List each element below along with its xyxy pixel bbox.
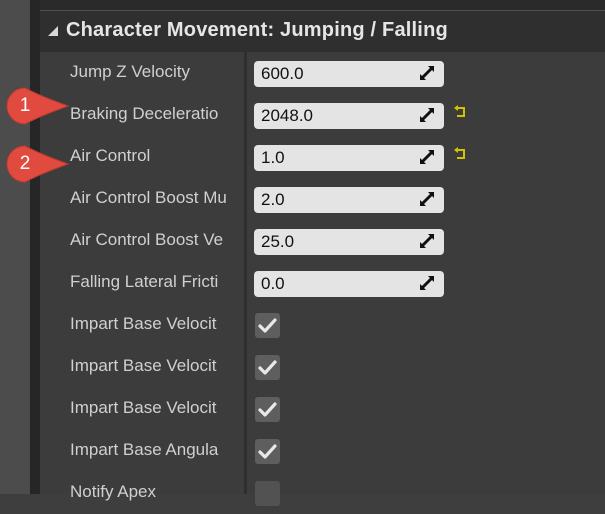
property-row: Falling Lateral Fricti 0.0 — [40, 262, 605, 304]
number-input[interactable]: 0.0 — [254, 271, 444, 297]
section-header[interactable]: Character Movement: Jumping / Falling — [40, 10, 605, 52]
property-row: Impart Base Velocit — [40, 388, 605, 430]
drag-handle-icon[interactable] — [420, 150, 434, 164]
reset-to-default-icon[interactable] — [454, 104, 468, 122]
annotation-badge: 1 — [6, 86, 70, 126]
property-label: Impart Base Velocit — [70, 314, 217, 333]
number-input[interactable]: 2.0 — [254, 187, 444, 213]
property-label: Air Control Boost Ve — [70, 230, 224, 249]
checkmark-icon — [258, 402, 277, 417]
property-label: Impart Base Velocit — [70, 398, 217, 417]
badge-number: 1 — [19, 95, 31, 116]
left-panel-strip — [0, 0, 30, 494]
drag-handle-icon[interactable] — [420, 192, 434, 206]
checkmark-icon — [258, 318, 277, 333]
annotation-badge: 2 — [6, 144, 70, 184]
property-row: Air Control Boost Ve 25.0 — [40, 220, 605, 262]
checkbox[interactable] — [255, 439, 280, 464]
checkbox[interactable] — [255, 313, 280, 338]
property-label: Jump Z Velocity — [70, 62, 190, 81]
checkbox[interactable] — [255, 397, 280, 422]
property-row: Braking Deceleratio 2048.0 — [40, 94, 605, 136]
number-input[interactable]: 600.0 — [254, 61, 444, 87]
number-input[interactable]: 2048.0 — [254, 103, 444, 129]
property-row: Jump Z Velocity 600.0 — [40, 52, 605, 94]
number-value: 600.0 — [261, 64, 304, 83]
collapse-arrow-icon[interactable] — [48, 26, 58, 36]
number-value: 0.0 — [261, 274, 285, 293]
property-row: Air Control 1.0 — [40, 136, 605, 178]
reset-to-default-icon[interactable] — [454, 146, 468, 164]
property-label: Notify Apex — [70, 482, 156, 501]
checkbox[interactable] — [255, 355, 280, 380]
number-value: 25.0 — [261, 232, 295, 251]
drag-handle-icon[interactable] — [420, 234, 434, 248]
property-label: Falling Lateral Fricti — [70, 272, 219, 291]
drag-handle-icon[interactable] — [420, 276, 434, 290]
property-row: Impart Base Angula — [40, 430, 605, 472]
top-strip — [40, 0, 605, 10]
property-row: Impart Base Velocit — [40, 346, 605, 388]
checkmark-icon — [258, 444, 277, 459]
number-value: 1.0 — [261, 148, 285, 167]
section-title: Character Movement: Jumping / Falling — [66, 19, 448, 41]
badge-number: 2 — [19, 153, 31, 174]
number-input[interactable]: 1.0 — [254, 145, 444, 171]
property-row: Impart Base Velocit — [40, 304, 605, 346]
property-label: Air Control — [70, 146, 151, 165]
property-label: Impart Base Velocit — [70, 356, 217, 375]
panel-divider[interactable] — [30, 0, 40, 494]
property-label: Impart Base Angula — [70, 440, 219, 459]
number-value: 2.0 — [261, 190, 285, 209]
property-row: Air Control Boost Mu 2.0 — [40, 178, 605, 220]
property-row: Notify Apex — [40, 472, 605, 514]
checkmark-icon — [258, 360, 277, 375]
number-input[interactable]: 25.0 — [254, 229, 444, 255]
drag-handle-icon[interactable] — [420, 108, 434, 122]
drag-handle-icon[interactable] — [420, 66, 434, 80]
number-value: 2048.0 — [261, 106, 313, 125]
property-label: Air Control Boost Mu — [70, 188, 227, 207]
property-label: Braking Deceleratio — [70, 104, 219, 123]
